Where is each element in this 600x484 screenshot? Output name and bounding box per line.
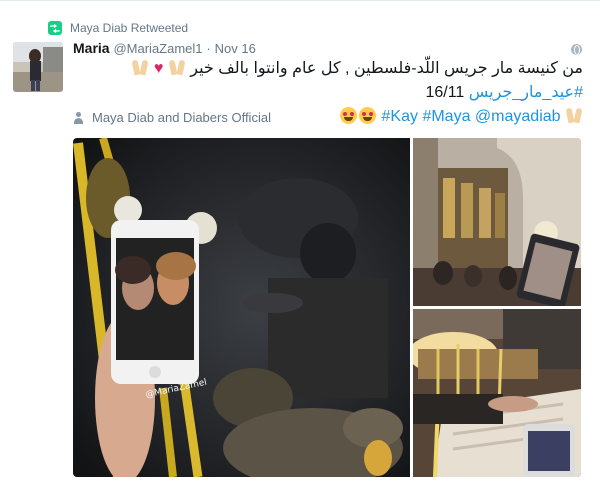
author-name[interactable]: Maria (73, 40, 110, 56)
hashtag-eid[interactable]: #عيد_مار_جريس (469, 84, 583, 101)
globe-icon (571, 44, 582, 55)
author-avatar[interactable] (13, 42, 63, 92)
folded-hands-emoji (170, 60, 184, 76)
tagged-users[interactable]: Maya Diab and Diabers Official (73, 110, 271, 125)
retweet-icon (48, 21, 62, 35)
tweet-date-text: 16/11 (425, 84, 465, 101)
media-grid: @MariaZamel (73, 138, 581, 477)
tagged-users-label: Maya Diab and Diabers Official (92, 110, 271, 125)
media-photo-church[interactable] (413, 138, 581, 306)
heart-eyes-emoji (340, 107, 358, 124)
tweet-header: Maria @MariaZamel1 · Nov 16 (73, 40, 256, 56)
tweet-text-line1: من كنيسة مار جريس اللّد-فلسطين , كل عام … (73, 57, 583, 105)
person-icon (73, 111, 84, 124)
retweet-label: Maya Diab Retweeted (70, 21, 189, 35)
hashtag-kay[interactable]: #Kay (382, 108, 418, 125)
heart-emoji: ♥ (153, 60, 164, 77)
tweet-text-main: من كنيسة مار جريس اللّد-فلسطين , كل عام … (190, 60, 583, 77)
mention-mayadiab[interactable]: @mayadiab (475, 108, 561, 125)
retweet-context[interactable]: Maya Diab Retweeted (48, 19, 188, 37)
media-photo-candles[interactable] (413, 309, 581, 477)
top-divider (0, 0, 600, 1)
media-photo-main[interactable]: @MariaZamel (73, 138, 410, 477)
heart-eyes-emoji (359, 107, 377, 124)
hashtag-maya[interactable]: #Maya (422, 108, 470, 125)
folded-hands-emoji (567, 108, 581, 124)
author-handle[interactable]: @MariaZamel1 (113, 41, 202, 56)
separator-dot: · (206, 41, 211, 56)
folded-hands-emoji (133, 60, 147, 76)
tweet-date[interactable]: Nov 16 (215, 41, 256, 56)
